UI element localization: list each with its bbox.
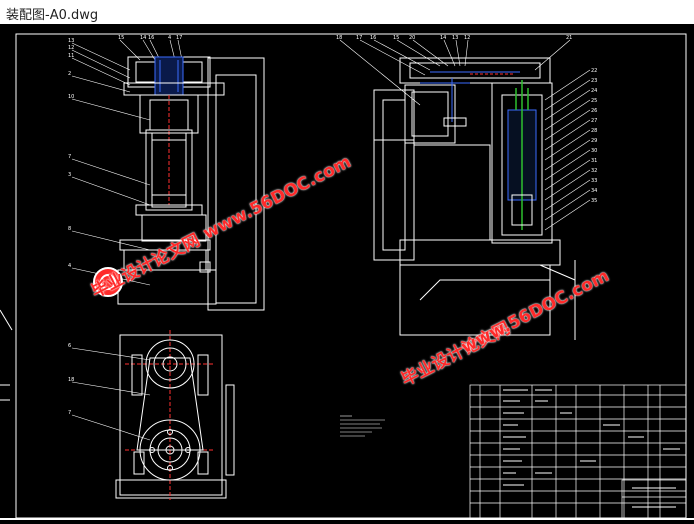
- svg-text:35: 35: [591, 198, 597, 204]
- svg-text:34: 34: [591, 188, 597, 194]
- svg-text:28: 28: [591, 128, 597, 134]
- svg-text:12: 12: [464, 35, 470, 41]
- svg-text:10: 10: [68, 94, 74, 100]
- svg-text:12: 12: [68, 45, 74, 51]
- svg-text:16: 16: [370, 35, 376, 41]
- svg-text:13: 13: [68, 38, 74, 44]
- svg-text:29: 29: [591, 138, 597, 144]
- top-view: 6 18 7: [68, 330, 235, 500]
- svg-text:7: 7: [68, 410, 71, 416]
- svg-text:3: 3: [68, 172, 71, 178]
- svg-text:6: 6: [68, 343, 71, 349]
- svg-text:18: 18: [336, 35, 342, 41]
- svg-text:18: 18: [68, 377, 74, 383]
- svg-text:16: 16: [148, 35, 154, 41]
- svg-text:21: 21: [566, 35, 572, 41]
- svg-text:17: 17: [356, 35, 362, 41]
- svg-text:33: 33: [591, 178, 597, 184]
- svg-text:27: 27: [591, 118, 597, 124]
- svg-text:17: 17: [176, 35, 182, 41]
- svg-text:26: 26: [591, 108, 597, 114]
- svg-text:8: 8: [68, 226, 71, 232]
- svg-text:11: 11: [68, 53, 74, 59]
- svg-text:4: 4: [68, 263, 71, 269]
- technical-notes: [340, 415, 385, 437]
- svg-text:20: 20: [409, 35, 415, 41]
- svg-text:7: 7: [68, 154, 71, 160]
- svg-text:31: 31: [591, 158, 597, 164]
- svg-text:14: 14: [140, 35, 146, 41]
- window-titlebar: 装配图-A0.dwg: [0, 0, 694, 25]
- svg-text:25: 25: [591, 98, 597, 104]
- svg-text:23: 23: [591, 78, 597, 84]
- svg-text:14: 14: [440, 35, 446, 41]
- svg-text:30: 30: [591, 148, 597, 154]
- svg-text:2: 2: [68, 71, 71, 77]
- window-title: 装配图-A0.dwg: [6, 8, 99, 23]
- title-block: [469, 384, 687, 519]
- svg-text:4: 4: [168, 35, 171, 41]
- svg-text:13: 13: [452, 35, 458, 41]
- svg-text:24: 24: [591, 88, 597, 94]
- svg-text:22: 22: [591, 68, 597, 74]
- svg-text:32: 32: [591, 168, 597, 174]
- title-block-text: [503, 389, 680, 508]
- svg-text:15: 15: [393, 35, 399, 41]
- svg-text:15: 15: [118, 35, 124, 41]
